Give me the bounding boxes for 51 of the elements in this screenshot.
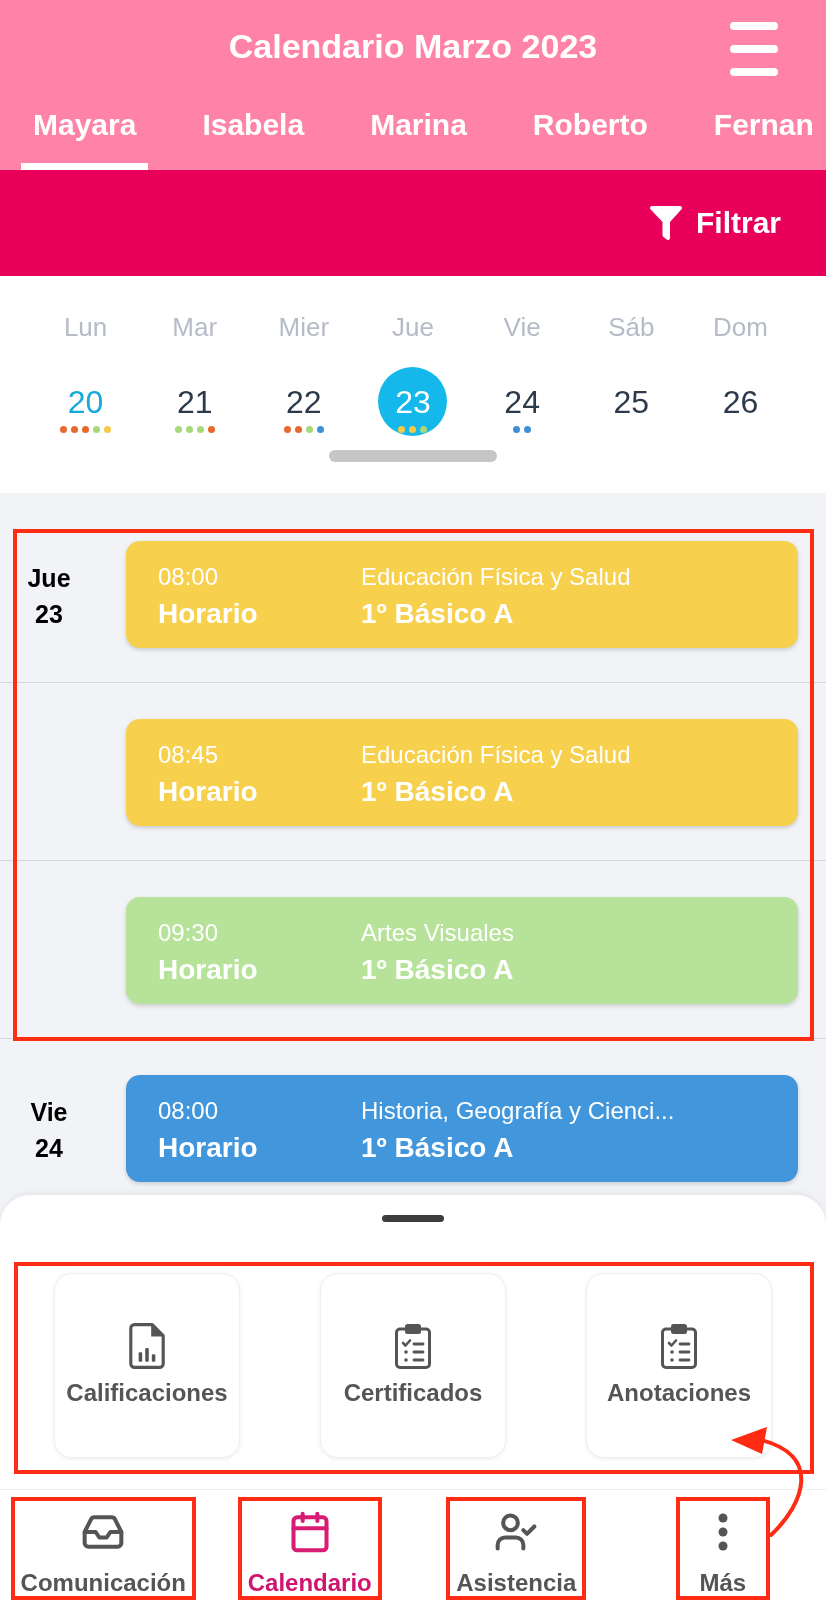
event-time: 09:30 (158, 919, 220, 947)
day-label: Vie (30, 1097, 68, 1128)
clipboard-checklist-icon (395, 1323, 431, 1369)
weekday-label: Jue (392, 311, 434, 343)
event-type: Horario (158, 953, 259, 987)
filter-button[interactable]: Filtrar (648, 204, 781, 242)
menu-icon[interactable] (730, 22, 778, 76)
weekday-label: Sáb (608, 311, 655, 343)
weekday-label: Mier (278, 311, 330, 343)
event-group: 1º Básico A (361, 597, 631, 631)
event-time: 08:00 (158, 563, 220, 591)
weekday-label: Mar (172, 311, 218, 343)
event-group: 1º Básico A (361, 953, 514, 987)
sheet-handle[interactable] (382, 1215, 444, 1222)
date-button[interactable]: 24 (487, 367, 557, 436)
nav-item[interactable]: Más (675, 1490, 770, 1600)
clipboard-checklist-icon (661, 1323, 697, 1369)
nav-item[interactable]: Comunicación (10, 1490, 196, 1600)
event-type: Horario (158, 775, 259, 809)
date-button[interactable]: 26 (705, 367, 775, 436)
event-subject: Artes Visuales (361, 919, 514, 947)
document-chart-icon (129, 1323, 165, 1369)
event-subject: Educación Física y Salud (361, 741, 631, 769)
date-button[interactable]: 20 (51, 367, 121, 436)
nav-item[interactable]: Asistencia (446, 1490, 587, 1600)
date-button[interactable]: 21 (160, 367, 230, 436)
nav-item[interactable]: Calendario (237, 1490, 382, 1600)
weekday-label: Vie (503, 311, 541, 343)
date-label: 23 (35, 599, 63, 630)
event-time: 08:00 (158, 1097, 220, 1125)
shortcut-tile[interactable]: Anotaciones (586, 1273, 772, 1458)
event-group: 1º Básico A (361, 775, 631, 809)
shortcut-tile[interactable]: Certificados (320, 1273, 506, 1458)
date-label: 24 (35, 1133, 63, 1164)
day-label: Jue (27, 563, 71, 594)
weekday-label: Dom (712, 311, 768, 343)
event-subject: Historia, Geografía y Cienci... (361, 1097, 675, 1125)
drag-handle[interactable] (329, 450, 497, 462)
weekday-label: Lun (63, 311, 108, 343)
event-type: Horario (158, 597, 259, 631)
event-type: Horario (158, 1131, 259, 1165)
page-title: Calendario Marzo 2023 (228, 26, 598, 67)
event-group: 1º Básico A (361, 1131, 675, 1165)
date-button[interactable]: 22 (269, 367, 339, 436)
filter-icon (648, 205, 683, 241)
more-icon (717, 1513, 728, 1551)
event-subject: Educación Física y Salud (361, 563, 631, 591)
date-button[interactable]: 25 (596, 367, 666, 436)
event-time: 08:45 (158, 741, 220, 769)
shortcut-tile[interactable]: Calificaciones (54, 1273, 240, 1458)
event-card[interactable]: 08:00 Horario Historia, Geografía y Cienci... 1º Básico A (126, 1075, 798, 1182)
